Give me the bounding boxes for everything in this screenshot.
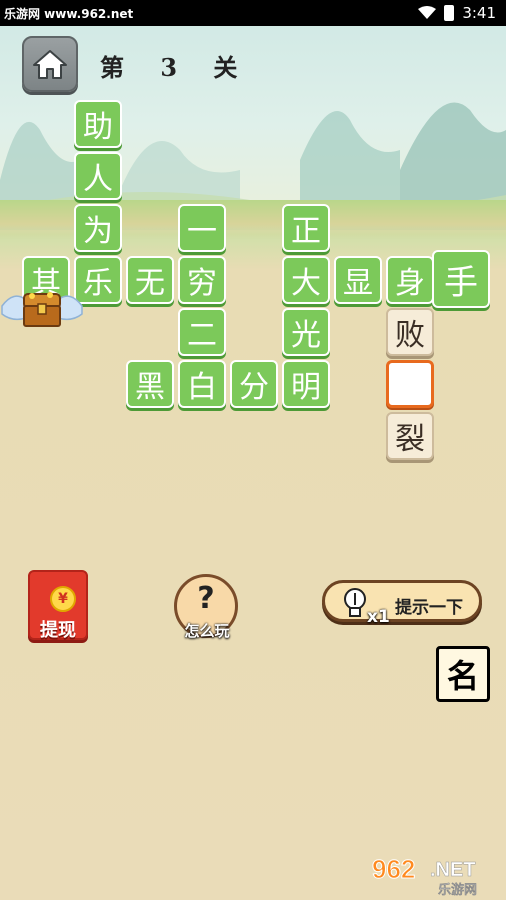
hint-label: 提示一下 xyxy=(395,598,463,618)
board-tile: 大 xyxy=(282,256,330,304)
hint-button[interactable]: x1 提示一下 xyxy=(322,580,482,627)
treasure-chest-icon[interactable] xyxy=(0,284,84,332)
962-logo: 962 .NET 乐游网 xyxy=(372,854,478,897)
board-tile-selected[interactable]: 手 xyxy=(432,250,490,308)
board-tile-hint[interactable]: 败 xyxy=(386,308,434,356)
board-tile: 无 xyxy=(126,256,174,304)
status-icons: 3:41 xyxy=(418,4,496,22)
battery-icon xyxy=(444,5,455,21)
level-title: 第 3 关 xyxy=(100,48,237,83)
lightbulb-icon xyxy=(344,588,366,617)
level-suffix: 关 xyxy=(213,53,238,82)
board-tile: 正 xyxy=(282,204,330,252)
logo-suffix: .NET xyxy=(430,859,476,881)
logo-number: 962 xyxy=(372,854,415,884)
how-to-play-button[interactable]: ? 怎么玩 xyxy=(172,574,242,644)
board-tile: 光 xyxy=(282,308,330,356)
logo-text: 乐游网 xyxy=(438,882,477,896)
board-tile: 穷 xyxy=(178,256,226,304)
board-tile: 黑 xyxy=(126,360,174,408)
answer-slot[interactable] xyxy=(386,360,434,408)
status-bar: 乐游网 www.962.net 3:41 xyxy=(0,0,506,26)
board-tile: 为 xyxy=(74,204,122,252)
home-icon xyxy=(33,50,67,79)
board-tile: 白 xyxy=(178,360,226,408)
board-tile: 人 xyxy=(74,152,122,200)
hint-count: x1 xyxy=(367,607,390,627)
board-tile: 分 xyxy=(230,360,278,408)
site-label: 乐游网 www.962.net xyxy=(4,6,134,21)
board-tile: 显 xyxy=(334,256,382,304)
board-tile: 身 xyxy=(386,256,434,304)
candidate-tile[interactable]: 名 xyxy=(436,646,490,702)
board-tile-hint[interactable]: 裂 xyxy=(386,412,434,460)
level-number: 3 xyxy=(160,53,178,82)
site-watermark: 乐游网 www.962.net xyxy=(4,5,133,22)
board-tile: 明 xyxy=(282,360,330,408)
board-tile: 助 xyxy=(74,100,122,148)
board-tile: 一 xyxy=(178,204,226,252)
level-prefix: 第 xyxy=(100,53,124,82)
status-time: 3:41 xyxy=(462,4,496,22)
board-tile: 二 xyxy=(178,308,226,356)
home-button[interactable] xyxy=(22,36,78,92)
cash-out-label: 提现 xyxy=(40,620,76,641)
how-to-play-label: 怎么玩 xyxy=(184,622,230,640)
wifi-icon xyxy=(418,6,437,19)
yuan-coin-icon: ¥ xyxy=(50,586,76,612)
cash-out-button[interactable]: ¥ 提现 xyxy=(24,570,92,644)
